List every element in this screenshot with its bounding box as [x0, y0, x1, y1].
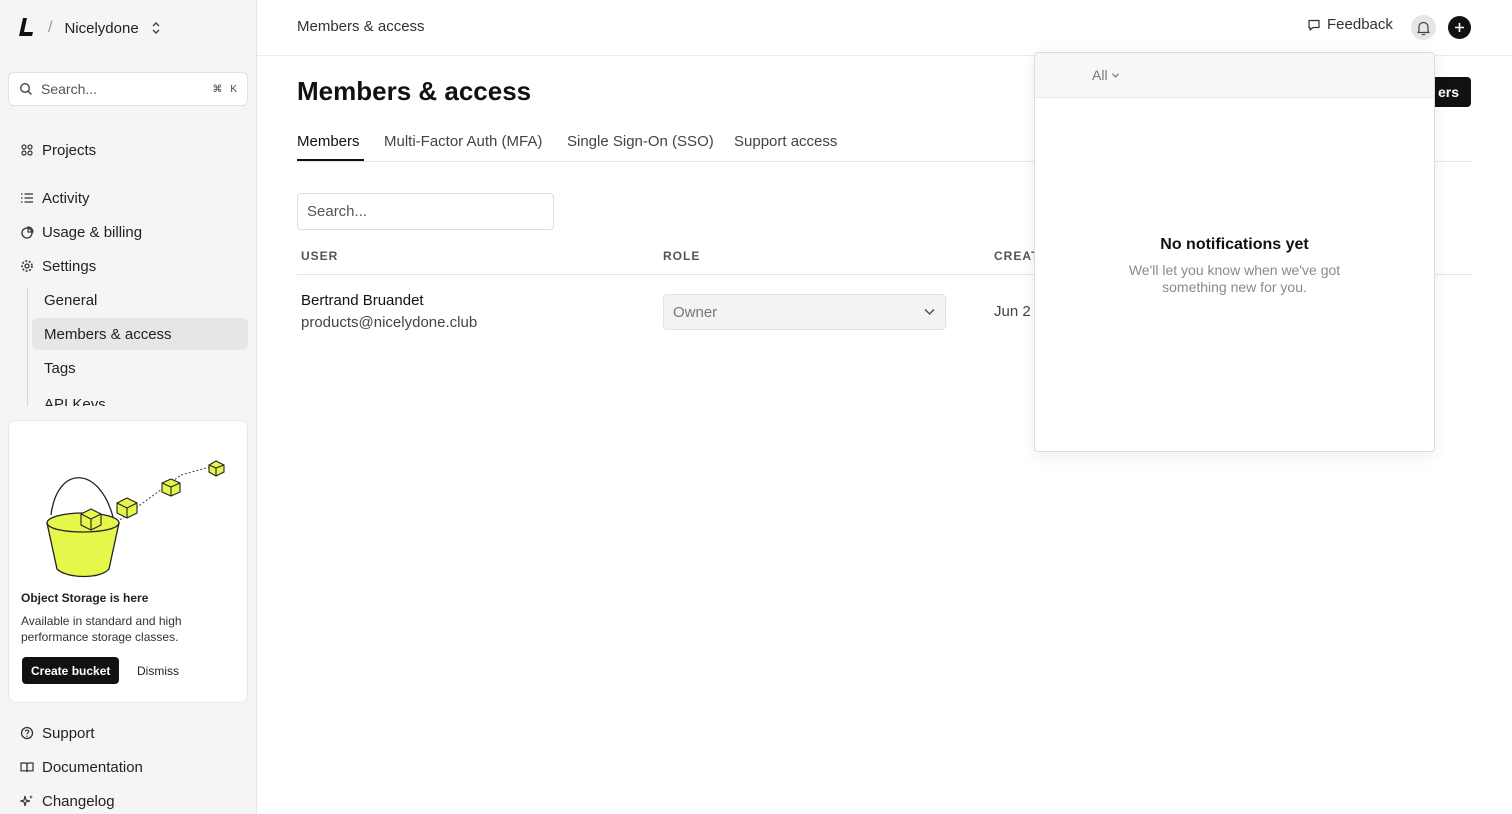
- notifications-empty-title: No notifications yet: [1160, 236, 1309, 253]
- sidebar-item-label: Activity: [42, 189, 90, 207]
- sidebar-subitem-members-access[interactable]: Members & access: [44, 322, 172, 346]
- tab-mfa[interactable]: Multi-Factor Auth (MFA): [384, 133, 542, 150]
- notifications-empty-line-1: We'll let you know when we've got: [1128, 262, 1341, 278]
- notifications-header: All: [1035, 53, 1434, 98]
- notifications-filter-dropdown[interactable]: All: [1092, 67, 1119, 83]
- sidebar-item-label: Settings: [42, 257, 97, 275]
- sidebar-item-label: Documentation: [42, 758, 143, 776]
- chevron-updown-icon: [152, 22, 160, 34]
- sidebar-item-changelog[interactable]: Changelog: [20, 789, 115, 813]
- members-search-input[interactable]: Search...: [297, 193, 554, 230]
- gear-icon: [21, 260, 33, 272]
- message-icon: [1308, 19, 1320, 31]
- feedback-label: Feedback: [1327, 16, 1393, 33]
- feedback-button[interactable]: Feedback: [1307, 16, 1393, 33]
- role-select[interactable]: Owner: [663, 294, 946, 330]
- top-bar: Members & access Feedback: [257, 0, 1512, 56]
- notifications-panel: All No notifications yet We'll let you k…: [1034, 52, 1435, 452]
- sidebar-item-documentation[interactable]: Documentation: [20, 755, 143, 779]
- breadcrumb[interactable]: Members & access: [297, 18, 425, 35]
- create-bucket-button[interactable]: Create bucket: [22, 657, 120, 684]
- chevron-down-icon: [1111, 72, 1119, 78]
- org-separator: /: [48, 19, 53, 36]
- sidebar-item-label: Usage & billing: [42, 223, 143, 241]
- sidebar-item-activity[interactable]: Activity: [20, 186, 90, 210]
- object-storage-promo: Object Storage is here Available in stan…: [8, 420, 248, 703]
- column-header-user: USER: [301, 249, 339, 263]
- shortcut-k: K: [230, 83, 237, 95]
- create-new-button[interactable]: [1448, 16, 1471, 39]
- org-switcher[interactable]: / Nicelydone: [16, 14, 161, 42]
- sidebar-subitem-tags[interactable]: Tags: [44, 356, 76, 380]
- sidebar-item-label: Support: [42, 724, 95, 742]
- brand-logo: [19, 18, 33, 36]
- column-header-role: ROLE: [663, 249, 701, 263]
- sidebar-search-input[interactable]: Search... ⌘ K: [8, 72, 248, 106]
- plus-icon: [1455, 23, 1464, 32]
- subnav-scroll-clip: API Keys: [0, 392, 256, 407]
- member-created-date: Jun 2: [994, 303, 1031, 320]
- grid-icon: [21, 144, 33, 156]
- org-name: Nicelydone: [64, 19, 139, 37]
- sparkle-icon: [20, 795, 33, 807]
- notifications-empty-line-2: something new for you.: [1162, 279, 1307, 295]
- tab-sso[interactable]: Single Sign-On (SSO): [567, 133, 714, 150]
- member-email: products@nicelydone.club: [301, 314, 478, 331]
- sidebar-item-label: Changelog: [42, 792, 115, 810]
- tab-support-access[interactable]: Support access: [734, 133, 837, 150]
- sidebar-subitem-api-keys[interactable]: API Keys: [44, 392, 106, 407]
- sidebar-item-settings[interactable]: Settings: [20, 254, 96, 278]
- settings-subnav-rail: [27, 288, 28, 406]
- promo-description: Available in standard and high performan…: [21, 614, 182, 644]
- shortcut-cmd: ⌘: [212, 83, 223, 95]
- list-icon: [21, 193, 33, 203]
- book-icon: [20, 762, 34, 773]
- notifications-empty-description: We'll let you know when we've got someth…: [1035, 262, 1434, 296]
- promo-title: Object Storage is here: [21, 591, 149, 605]
- bucket-illustration: [46, 460, 225, 578]
- chart-pie-icon: [21, 226, 34, 239]
- dismiss-button[interactable]: Dismiss: [137, 657, 179, 684]
- bell-icon: [1417, 21, 1430, 35]
- sidebar-item-projects[interactable]: Projects: [20, 138, 96, 162]
- sidebar-subitem-general[interactable]: General: [44, 288, 97, 312]
- sidebar-item-usage-billing[interactable]: Usage & billing: [20, 220, 142, 244]
- tab-members[interactable]: Members: [297, 133, 360, 150]
- role-value: Owner: [673, 303, 718, 321]
- chevron-down-icon: [924, 309, 935, 315]
- sidebar-search-placeholder: Search...: [41, 81, 98, 97]
- sidebar-item-label: Projects: [42, 141, 97, 159]
- column-header-created: CREAT: [994, 249, 1040, 263]
- sidebar: / Nicelydone Search... ⌘ K Projects Acti…: [0, 0, 257, 814]
- search-icon: [19, 82, 32, 95]
- help-circle-icon: [20, 726, 34, 740]
- member-name: Bertrand Bruandet: [301, 292, 424, 309]
- notifications-button[interactable]: [1411, 15, 1436, 40]
- notifications-filter-value: All: [1092, 67, 1108, 83]
- page-title: Members & access: [297, 76, 532, 106]
- sidebar-item-support[interactable]: Support: [20, 721, 95, 745]
- active-tab-indicator: [297, 159, 364, 161]
